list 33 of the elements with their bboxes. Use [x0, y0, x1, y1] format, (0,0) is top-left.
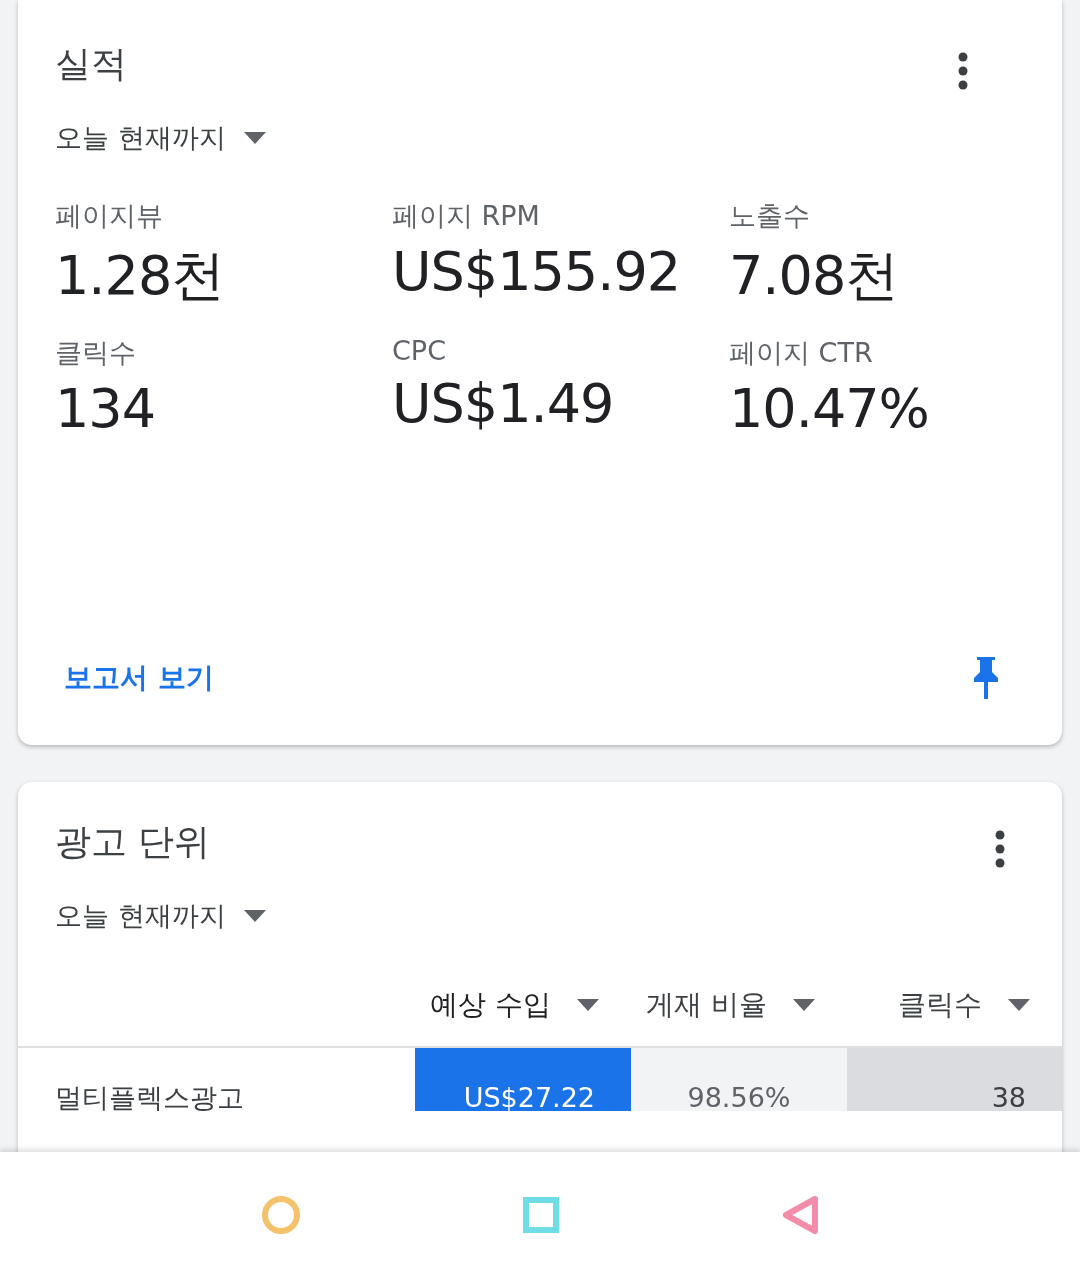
metric-label: 페이지 RPM [392, 199, 541, 233]
metric-label: 페이지뷰 [55, 199, 164, 233]
table-cell: US$27.22 [415, 1048, 631, 1111]
period-dropdown[interactable]: 오늘 현재까지 [55, 120, 1025, 156]
caret-icon [243, 910, 266, 922]
metric-label: 노출수 [729, 199, 811, 233]
table-cell: 98.56% [631, 1048, 847, 1111]
caret-icon [577, 999, 599, 1011]
card-title: 광고 단위 [55, 820, 211, 864]
caret-icon [1008, 999, 1030, 1011]
caret-icon [793, 999, 815, 1011]
metric-label: CPC [392, 335, 447, 366]
pin-icon[interactable] [971, 655, 1001, 701]
column-header[interactable]: 클릭수 [847, 986, 1062, 1046]
card-title: 실적 [55, 42, 127, 86]
caret-icon [243, 132, 266, 144]
metric-label: 클릭수 [55, 336, 137, 370]
metric-value: 10.47% [729, 377, 930, 440]
column-header[interactable]: 예상 수입 [415, 986, 631, 1046]
back-icon[interactable] [781, 1195, 819, 1235]
period-dropdown[interactable]: 오늘 현재까지 [55, 898, 1062, 934]
metric-value: US$155.92 [392, 240, 682, 303]
column-header[interactable]: 게재 비율 [631, 986, 847, 1046]
metric-value: 7.08천 [729, 243, 900, 309]
metric-value: US$1.49 [392, 372, 615, 435]
metric-value: 134 [55, 377, 157, 440]
metric-label: 페이지 CTR [729, 336, 874, 370]
table-cell-text: 멀티플렉스광고 [54, 1081, 245, 1111]
more-icon[interactable] [994, 830, 1006, 868]
report-link[interactable]: 보고서 보기 [64, 659, 214, 697]
table-cell: 38 [847, 1048, 1062, 1111]
metric-value: 1.28천 [55, 243, 226, 309]
more-icon[interactable] [957, 52, 969, 90]
